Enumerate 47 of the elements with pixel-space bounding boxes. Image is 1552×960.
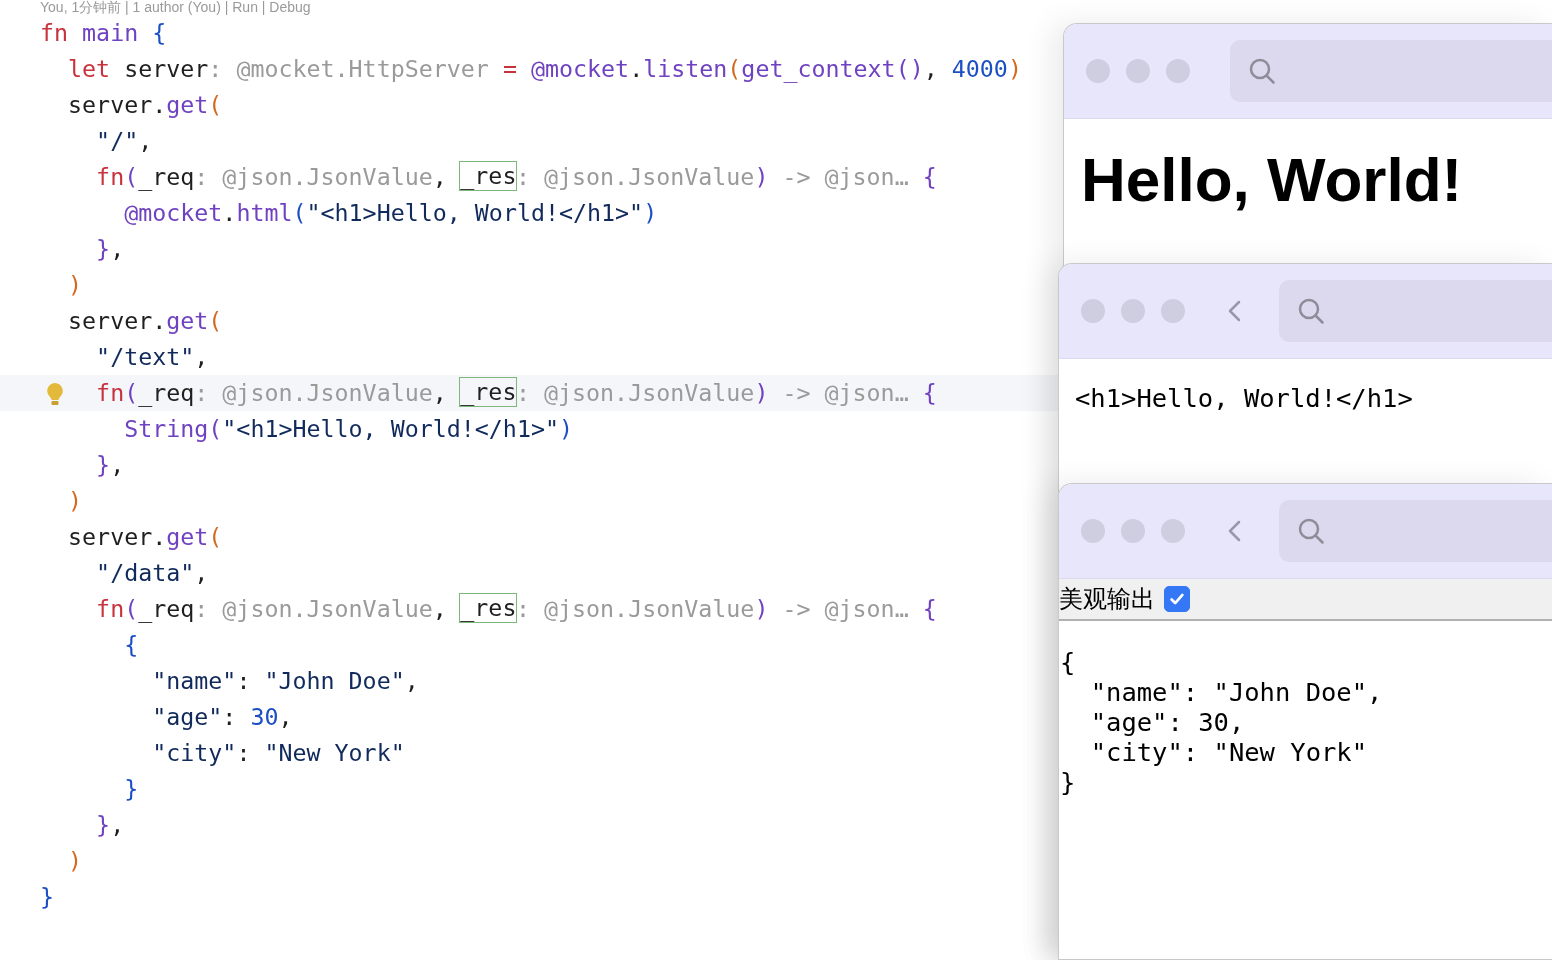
code-line: fn(_req: @json.JsonValue, _res: @json.JsonValue) -> @json… {	[95, 163, 937, 190]
address-bar[interactable]	[1230, 40, 1552, 102]
search-icon	[1247, 56, 1277, 86]
code-line: )	[67, 487, 83, 514]
code-line: {	[123, 631, 139, 658]
window-control[interactable]	[1081, 299, 1105, 323]
window-control[interactable]	[1126, 59, 1150, 83]
code-line: fn main {	[40, 19, 167, 46]
window-control[interactable]	[1121, 299, 1145, 323]
code-line: "/text",	[95, 343, 209, 370]
code-line: fn(_req: @json.JsonValue, _res: @json.JsonValue) -> @json… {	[95, 379, 937, 406]
window-control[interactable]	[1161, 299, 1185, 323]
search-icon	[1296, 516, 1326, 546]
address-bar[interactable]	[1279, 500, 1552, 562]
window-control[interactable]	[1081, 519, 1105, 543]
code-line: "name": "John Doe",	[151, 667, 419, 694]
code-line: "/data",	[95, 559, 209, 586]
code-line: "/",	[95, 127, 153, 154]
window-control[interactable]	[1086, 59, 1110, 83]
code-line: )	[67, 271, 83, 298]
page-heading: Hello, World!	[1081, 145, 1464, 215]
code-line: fn(_req: @json.JsonValue, _res: @json.JsonValue) -> @json… {	[95, 595, 937, 622]
code-line: },	[95, 451, 125, 478]
code-line: @mocket.html("<h1>Hello, World!</h1>")	[123, 199, 658, 226]
code-line: server.get(	[67, 307, 223, 334]
code-line: },	[95, 235, 125, 262]
lightbulb-icon[interactable]	[46, 382, 64, 406]
checkbox[interactable]	[1164, 586, 1190, 612]
code-line: server.get(	[67, 91, 223, 118]
address-bar[interactable]	[1279, 280, 1552, 342]
window-control[interactable]	[1161, 519, 1185, 543]
window-control[interactable]	[1121, 519, 1145, 543]
page-text: <h1>Hello, World!</h1>	[1075, 383, 1414, 413]
code-line: }	[40, 883, 55, 910]
window-control[interactable]	[1166, 59, 1190, 83]
code-line: }	[123, 775, 139, 802]
search-icon	[1296, 296, 1326, 326]
code-line: let server: @mocket.HttpServer = @mocket.listen(get_context(), 4000)	[67, 55, 1022, 82]
code-line: String("<h1>Hello, World!</h1>")	[123, 415, 573, 442]
codelens-text[interactable]: You, 1分钟前 | 1 author (You) | Run | Debug	[0, 0, 1552, 15]
code-line: },	[95, 811, 125, 838]
json-output: { "name": "John Doe", "age": 30, "city": "New York" }	[1060, 647, 1384, 797]
code-line: server.get(	[67, 523, 223, 550]
code-line: "city": "New York"	[151, 739, 405, 766]
code-line: "age": 30,	[151, 703, 293, 730]
code-line: )	[67, 847, 83, 874]
option-label: 美观输出	[1059, 584, 1155, 615]
